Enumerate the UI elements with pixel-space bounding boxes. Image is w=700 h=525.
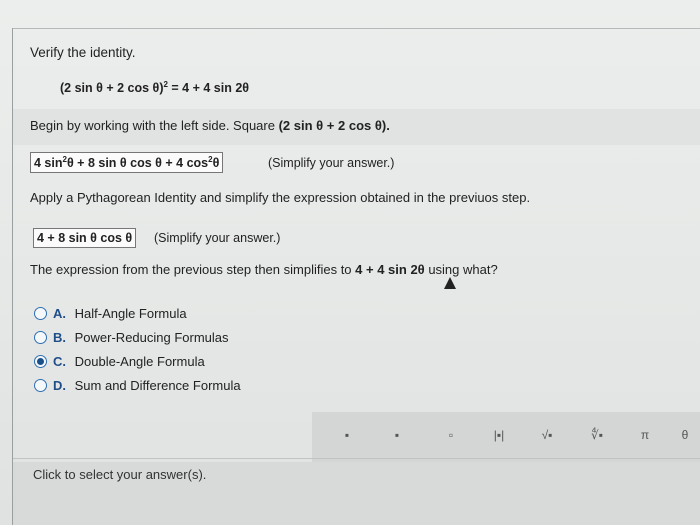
step1-prompt: Begin by working with the left side. Squ… (30, 118, 390, 133)
step2-hint: (Simplify your answer.) (154, 231, 281, 245)
step3-prompt: The expression from the previous step th… (30, 262, 498, 277)
step3-prompt-text: The expression from the previous step th… (30, 262, 356, 277)
option-label: Double-Angle Formula (74, 354, 205, 369)
frame-left-divider (12, 28, 13, 525)
option-letter: B. (53, 330, 66, 345)
step3-prompt-expression: 4 + 4 sin 2θ (355, 262, 425, 277)
absolute-value-icon[interactable]: |▪| (488, 422, 510, 448)
fraction-icon[interactable]: ▪ (336, 422, 358, 448)
step1-prompt-expression: (2 sin θ + 2 cos θ). (278, 118, 390, 133)
choice-option-b[interactable]: B. Power-Reducing Formulas (34, 330, 229, 350)
mouse-cursor-icon (444, 277, 456, 289)
mixed-number-icon[interactable]: ▪ (386, 422, 408, 448)
option-label: Power-Reducing Formulas (74, 330, 229, 345)
answer-term: θ + 8 sin θ cos θ + 4 cos (66, 156, 209, 171)
choice-option-c[interactable]: C. Double-Angle Formula (34, 354, 205, 374)
radio-button[interactable] (34, 379, 47, 392)
radio-button[interactable] (34, 331, 47, 344)
square-root-icon[interactable]: √▪ (536, 422, 558, 448)
radio-button[interactable] (34, 307, 47, 320)
identity-lhs: (2 sin θ + 2 cos θ) (60, 81, 164, 96)
footer-divider (13, 458, 700, 459)
exponent-icon[interactable]: ▫ (440, 422, 462, 448)
step1-hint: (Simplify your answer.) (268, 156, 395, 170)
answer-term: 4 sin (34, 156, 63, 171)
theta-icon[interactable]: θ (674, 422, 696, 448)
choice-option-a[interactable]: A. Half-Angle Formula (34, 306, 187, 326)
footer-instruction: Click to select your answer(s). (33, 467, 207, 482)
pi-icon[interactable]: π (634, 422, 656, 448)
option-label: Half-Angle Formula (74, 306, 187, 321)
option-label: Sum and Difference Formula (74, 378, 241, 393)
nth-root-icon[interactable]: ∜▪ (586, 422, 608, 448)
radio-button-selected[interactable] (34, 355, 47, 368)
step1-prompt-text: Begin by working with the left side. Squ… (30, 118, 279, 133)
step1-answer-box[interactable]: 4 sin2θ + 8 sin θ cos θ + 4 cos2θ (30, 152, 224, 174)
choice-option-d[interactable]: D. Sum and Difference Formula (34, 378, 241, 398)
step2-prompt: Apply a Pythagorean Identity and simplif… (30, 190, 531, 205)
step2-answer-box[interactable]: 4 + 8 sin θ cos θ (33, 228, 137, 248)
identity-rhs: = 4 + 4 sin 2θ (167, 81, 250, 96)
question-title: Verify the identity. (30, 45, 136, 60)
frame-top-divider (12, 28, 700, 29)
option-letter: C. (53, 354, 66, 369)
option-letter: A. (53, 306, 66, 321)
step3-prompt-suffix: using what? (424, 262, 498, 277)
identity-expression: (2 sin θ + 2 cos θ)2 = 4 + 4 sin 2θ (60, 80, 249, 95)
answer-term: θ (212, 156, 220, 171)
option-letter: D. (53, 378, 66, 393)
